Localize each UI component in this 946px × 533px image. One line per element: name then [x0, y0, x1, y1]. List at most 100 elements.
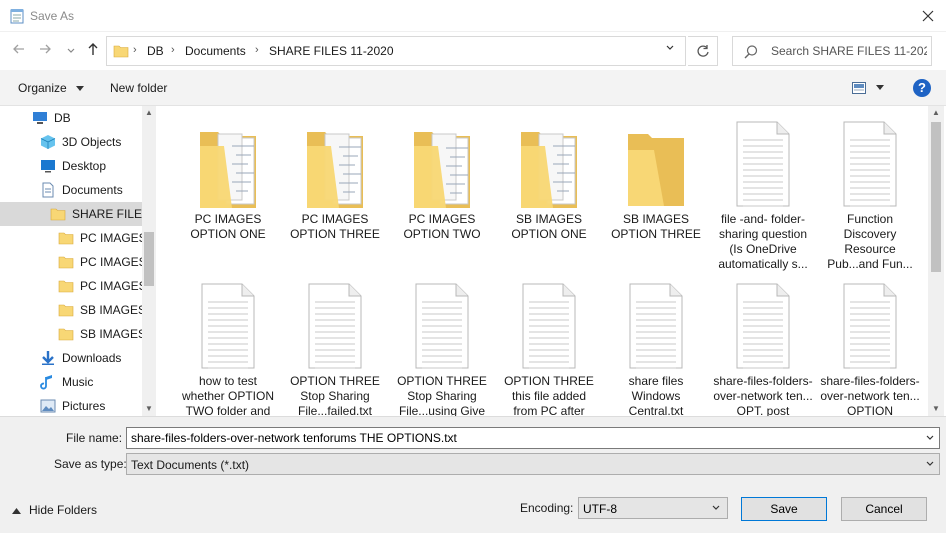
- sidebar-item-pc-images[interactable]: PC IMAGES: [0, 226, 142, 250]
- chevron-down-icon: [666, 45, 674, 50]
- recent-locations-button[interactable]: [62, 42, 80, 60]
- caret-down-icon[interactable]: [876, 85, 884, 91]
- organize-label: Organize: [18, 81, 67, 95]
- sidebar-item-db[interactable]: DB: [0, 106, 142, 130]
- file-item[interactable]: file -and- folder-sharing question (Is O…: [711, 110, 815, 271]
- folder-with-images-icon: [176, 118, 280, 214]
- file-item[interactable]: share-files-folders-over-network ten... …: [711, 272, 815, 416]
- file-list-scrollbar[interactable]: ▲ ▼: [928, 106, 944, 416]
- text-file-icon: [497, 280, 601, 376]
- sidebar-item-label: DB: [54, 111, 71, 125]
- scrollbar-thumb[interactable]: [931, 122, 941, 272]
- search-box[interactable]: [732, 36, 932, 66]
- cancel-button[interactable]: Cancel: [841, 497, 927, 521]
- new-folder-button[interactable]: New folder: [110, 81, 167, 95]
- breadcrumb-db[interactable]: DB: [147, 44, 164, 58]
- file-item[interactable]: OPTION THREE Stop Sharing File...failed.…: [283, 272, 387, 416]
- sidebar-item-label: Music: [62, 375, 94, 389]
- breadcrumb-documents[interactable]: Documents: [185, 44, 246, 58]
- text-file-icon: [604, 280, 708, 376]
- address-history-button[interactable]: [663, 43, 677, 59]
- scroll-up-arrow-icon[interactable]: ▲: [928, 106, 944, 120]
- file-name: file -and- folder-sharing question (Is O…: [718, 212, 808, 271]
- folder-icon: [58, 304, 74, 317]
- file-name: how to test whether OPTION TWO folder an…: [181, 374, 275, 416]
- search-icon: [744, 45, 758, 59]
- sidebar-item-documents[interactable]: Documents: [0, 178, 142, 202]
- navigation-pane-scrollbar[interactable]: ▲ ▼: [142, 106, 156, 416]
- sidebar-item-label: PC IMAGES: [80, 255, 142, 269]
- file-item[interactable]: how to test whether OPTION TWO folder an…: [176, 272, 280, 416]
- scroll-down-arrow-icon[interactable]: ▼: [928, 402, 944, 416]
- folder-icon: [604, 118, 708, 214]
- sidebar-item-desktop[interactable]: Desktop: [0, 154, 142, 178]
- view-icon[interactable]: [852, 82, 866, 94]
- sidebar-item-label: SB IMAGES: [80, 303, 142, 317]
- scroll-down-arrow-icon[interactable]: ▼: [142, 402, 156, 416]
- file-name: SB IMAGES OPTION THREE: [611, 212, 701, 241]
- folder-item[interactable]: PC IMAGES OPTION ONE: [176, 110, 280, 264]
- search-input[interactable]: [771, 42, 927, 60]
- folder-item[interactable]: PC IMAGES OPTION THREE: [283, 110, 387, 264]
- back-button[interactable]: [10, 42, 28, 60]
- file-item[interactable]: share-files-folders-over-network ten... …: [818, 272, 922, 416]
- encoding-label: Encoding:: [520, 501, 574, 515]
- file-name-combo[interactable]: [126, 427, 940, 449]
- organize-button[interactable]: Organize: [18, 81, 85, 95]
- sidebar-item-pictures[interactable]: Pictures: [0, 394, 142, 416]
- sidebar-item-pc-images[interactable]: PC IMAGES: [0, 274, 142, 298]
- file-item[interactable]: Function Discovery Resource Pub...and Fu…: [818, 110, 922, 271]
- caret-up-icon: [12, 507, 21, 514]
- file-name-label: File name:: [66, 431, 123, 445]
- sidebar-item-3d-objects[interactable]: 3D Objects: [0, 130, 142, 154]
- folder-item[interactable]: PC IMAGES OPTION TWO: [390, 110, 494, 264]
- music-icon: [40, 375, 52, 390]
- sidebar-item-music[interactable]: Music: [0, 370, 142, 394]
- file-name: PC IMAGES OPTION TWO: [403, 212, 481, 241]
- breadcrumb-share-files[interactable]: SHARE FILES 11-2020: [269, 44, 394, 58]
- sidebar-item-share-files[interactable]: SHARE FILES: [0, 202, 142, 226]
- caret-down-icon: [76, 85, 85, 91]
- sidebar-item-label: PC IMAGES: [80, 231, 142, 245]
- scroll-up-arrow-icon[interactable]: ▲: [142, 106, 156, 120]
- sidebar-item-sb-images[interactable]: SB IMAGES: [0, 322, 142, 346]
- close-button[interactable]: [918, 6, 938, 26]
- forward-button[interactable]: [36, 42, 54, 60]
- scrollbar-thumb[interactable]: [144, 232, 154, 286]
- folder-item[interactable]: SB IMAGES OPTION THREE: [604, 110, 708, 264]
- help-button[interactable]: ?: [913, 79, 931, 97]
- sidebar-item-label: 3D Objects: [62, 135, 122, 149]
- save-button[interactable]: Save: [741, 497, 827, 521]
- folder-with-images-icon: [283, 118, 387, 214]
- text-file-icon: [283, 280, 387, 376]
- file-name: OPTION THREE this file added from PC aft…: [504, 374, 594, 416]
- chevron-down-icon[interactable]: [925, 433, 935, 443]
- text-file-icon: [176, 280, 280, 376]
- file-name: PC IMAGES OPTION THREE: [290, 212, 380, 241]
- sidebar-item-pc-images[interactable]: PC IMAGES: [0, 250, 142, 274]
- pictures-icon: [40, 399, 56, 413]
- folder-icon: [58, 328, 74, 341]
- address-bar[interactable]: › DB › Documents › SHARE FILES 11-2020: [106, 36, 686, 66]
- save-type-select[interactable]: Text Documents (*.txt): [126, 453, 940, 475]
- up-button[interactable]: [84, 42, 102, 60]
- folder-with-images-icon: [497, 118, 601, 214]
- file-item[interactable]: share files Windows Central.txt: [604, 272, 708, 416]
- sidebar-item-label: SHARE FILES: [72, 207, 142, 221]
- encoding-select[interactable]: UTF-8: [578, 497, 728, 519]
- chevron-down-icon: [67, 48, 75, 53]
- file-name-input[interactable]: [131, 430, 915, 446]
- text-file-icon: [711, 118, 815, 214]
- arrow-right-icon: [40, 44, 51, 54]
- text-file-icon: [818, 118, 922, 214]
- sidebar-item-downloads[interactable]: Downloads: [0, 346, 142, 370]
- file-item[interactable]: OPTION THREE Stop Sharing File...using G…: [390, 272, 494, 416]
- file-item[interactable]: OPTION THREE this file added from PC aft…: [497, 272, 601, 416]
- refresh-button[interactable]: [688, 36, 718, 66]
- sidebar-item-sb-images[interactable]: SB IMAGES: [0, 298, 142, 322]
- sidebar-item-label: Pictures: [62, 399, 106, 413]
- hide-folders-button[interactable]: Hide Folders: [12, 503, 97, 517]
- navigation-pane: DB 3D Objects Desktop Documents SHARE FILES P…: [0, 106, 156, 416]
- download-icon: [42, 351, 54, 365]
- folder-item[interactable]: SB IMAGES OPTION ONE: [497, 110, 601, 264]
